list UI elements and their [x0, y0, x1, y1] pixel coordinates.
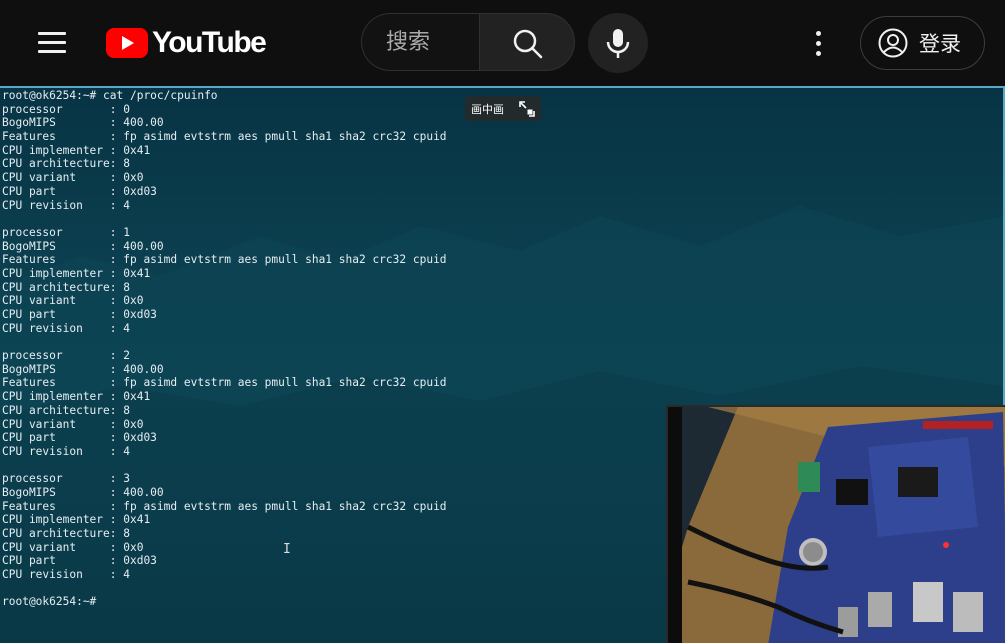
magnifier-icon [513, 29, 543, 59]
sign-in-button[interactable]: 登录 [860, 16, 985, 70]
search-button[interactable] [479, 13, 575, 71]
terminal-line: BogoMIPS : 400.00 [2, 485, 164, 499]
terminal-line: Features : fp asimd evtstrm aes pmull sh… [2, 499, 447, 513]
terminal-line: CPU implementer : 0x41 [2, 390, 151, 404]
youtube-logo[interactable]: YouTube [106, 26, 267, 60]
circuit-board-photo [668, 407, 1005, 643]
picture-in-picture-icon [519, 101, 535, 117]
terminal-line: CPU revision : 4 [2, 321, 130, 335]
terminal-line: processor : 3 [2, 472, 130, 486]
terminal-line: CPU revision : 4 [2, 444, 130, 458]
terminal-line: CPU architecture: 8 [2, 280, 130, 294]
terminal-line: processor : 0 [2, 102, 130, 116]
terminal-output: root@ok6254:~# cat /proc/cpuinfo processo… [2, 89, 447, 609]
terminal-line: CPU implementer : 0x41 [2, 513, 151, 527]
picture-in-picture-button[interactable]: 画中画 [465, 96, 541, 121]
terminal-line: CPU variant : 0x0 [2, 294, 144, 308]
terminal-line: CPU variant : 0x0 [2, 540, 144, 554]
terminal-line: CPU part : 0xd03 [2, 431, 157, 445]
terminal-line: CPU variant : 0x0 [2, 171, 144, 185]
text-cursor-icon: I [283, 542, 291, 557]
terminal-line: CPU part : 0xd03 [2, 184, 157, 198]
terminal-line: BogoMIPS : 400.00 [2, 116, 164, 130]
search-box [361, 13, 479, 71]
terminal-line: CPU implementer : 0x41 [2, 143, 151, 157]
terminal-line: CPU architecture: 8 [2, 527, 130, 540]
terminal-line: root@ok6254:~# [2, 595, 97, 609]
youtube-play-icon [106, 28, 148, 58]
terminal-line: CPU implementer : 0x41 [2, 266, 151, 280]
terminal-line: BogoMIPS : 400.00 [2, 362, 164, 376]
vertical-dots-icon-dot [816, 51, 821, 56]
menu-button[interactable] [30, 24, 74, 62]
settings-more-button[interactable] [803, 24, 833, 62]
terminal-line: processor : 1 [2, 225, 130, 239]
terminal-line: processor : 2 [2, 349, 130, 363]
microphone-icon [606, 29, 630, 58]
terminal-line: Features : fp asimd evtstrm aes pmull sh… [2, 130, 447, 144]
terminal-line: root@ok6254:~# cat /proc/cpuinfo [2, 89, 218, 102]
logo-text: YouTube [152, 26, 267, 59]
sign-in-label: 登录 [919, 32, 961, 56]
terminal-line: CPU part : 0xd03 [2, 308, 157, 321]
terminal-line: CPU part : 0xd03 [2, 554, 157, 568]
user-circle-icon [878, 28, 908, 58]
terminal-line: CPU variant : 0x0 [2, 417, 144, 431]
terminal-line: CPU revision : 4 [2, 568, 130, 582]
hamburger-menu-icon-bar [38, 50, 66, 53]
top-bar: YouTube 登录 [0, 0, 1005, 86]
terminal-line: Features : fp asimd evtstrm aes pmull sh… [2, 376, 447, 390]
pip-label: 画中画 [471, 102, 504, 116]
terminal-line: Features : fp asimd evtstrm aes pmull sh… [2, 253, 447, 267]
terminal-line: CPU revision : 4 [2, 198, 130, 212]
voice-search-button[interactable] [588, 13, 648, 73]
hamburger-menu-icon-bar [38, 41, 66, 44]
terminal-line: CPU architecture: 8 [2, 157, 130, 171]
search-input[interactable] [362, 14, 479, 70]
terminal-line: CPU architecture: 8 [2, 403, 130, 417]
terminal-line: BogoMIPS : 400.00 [2, 239, 164, 253]
camera-inset-video [666, 405, 1005, 643]
video-player[interactable]: root@ok6254:~# cat /proc/cpuinfo processo… [0, 86, 1005, 643]
vertical-dots-icon [816, 31, 821, 36]
hamburger-menu-icon [38, 32, 66, 35]
vertical-dots-icon-dot [816, 41, 821, 46]
